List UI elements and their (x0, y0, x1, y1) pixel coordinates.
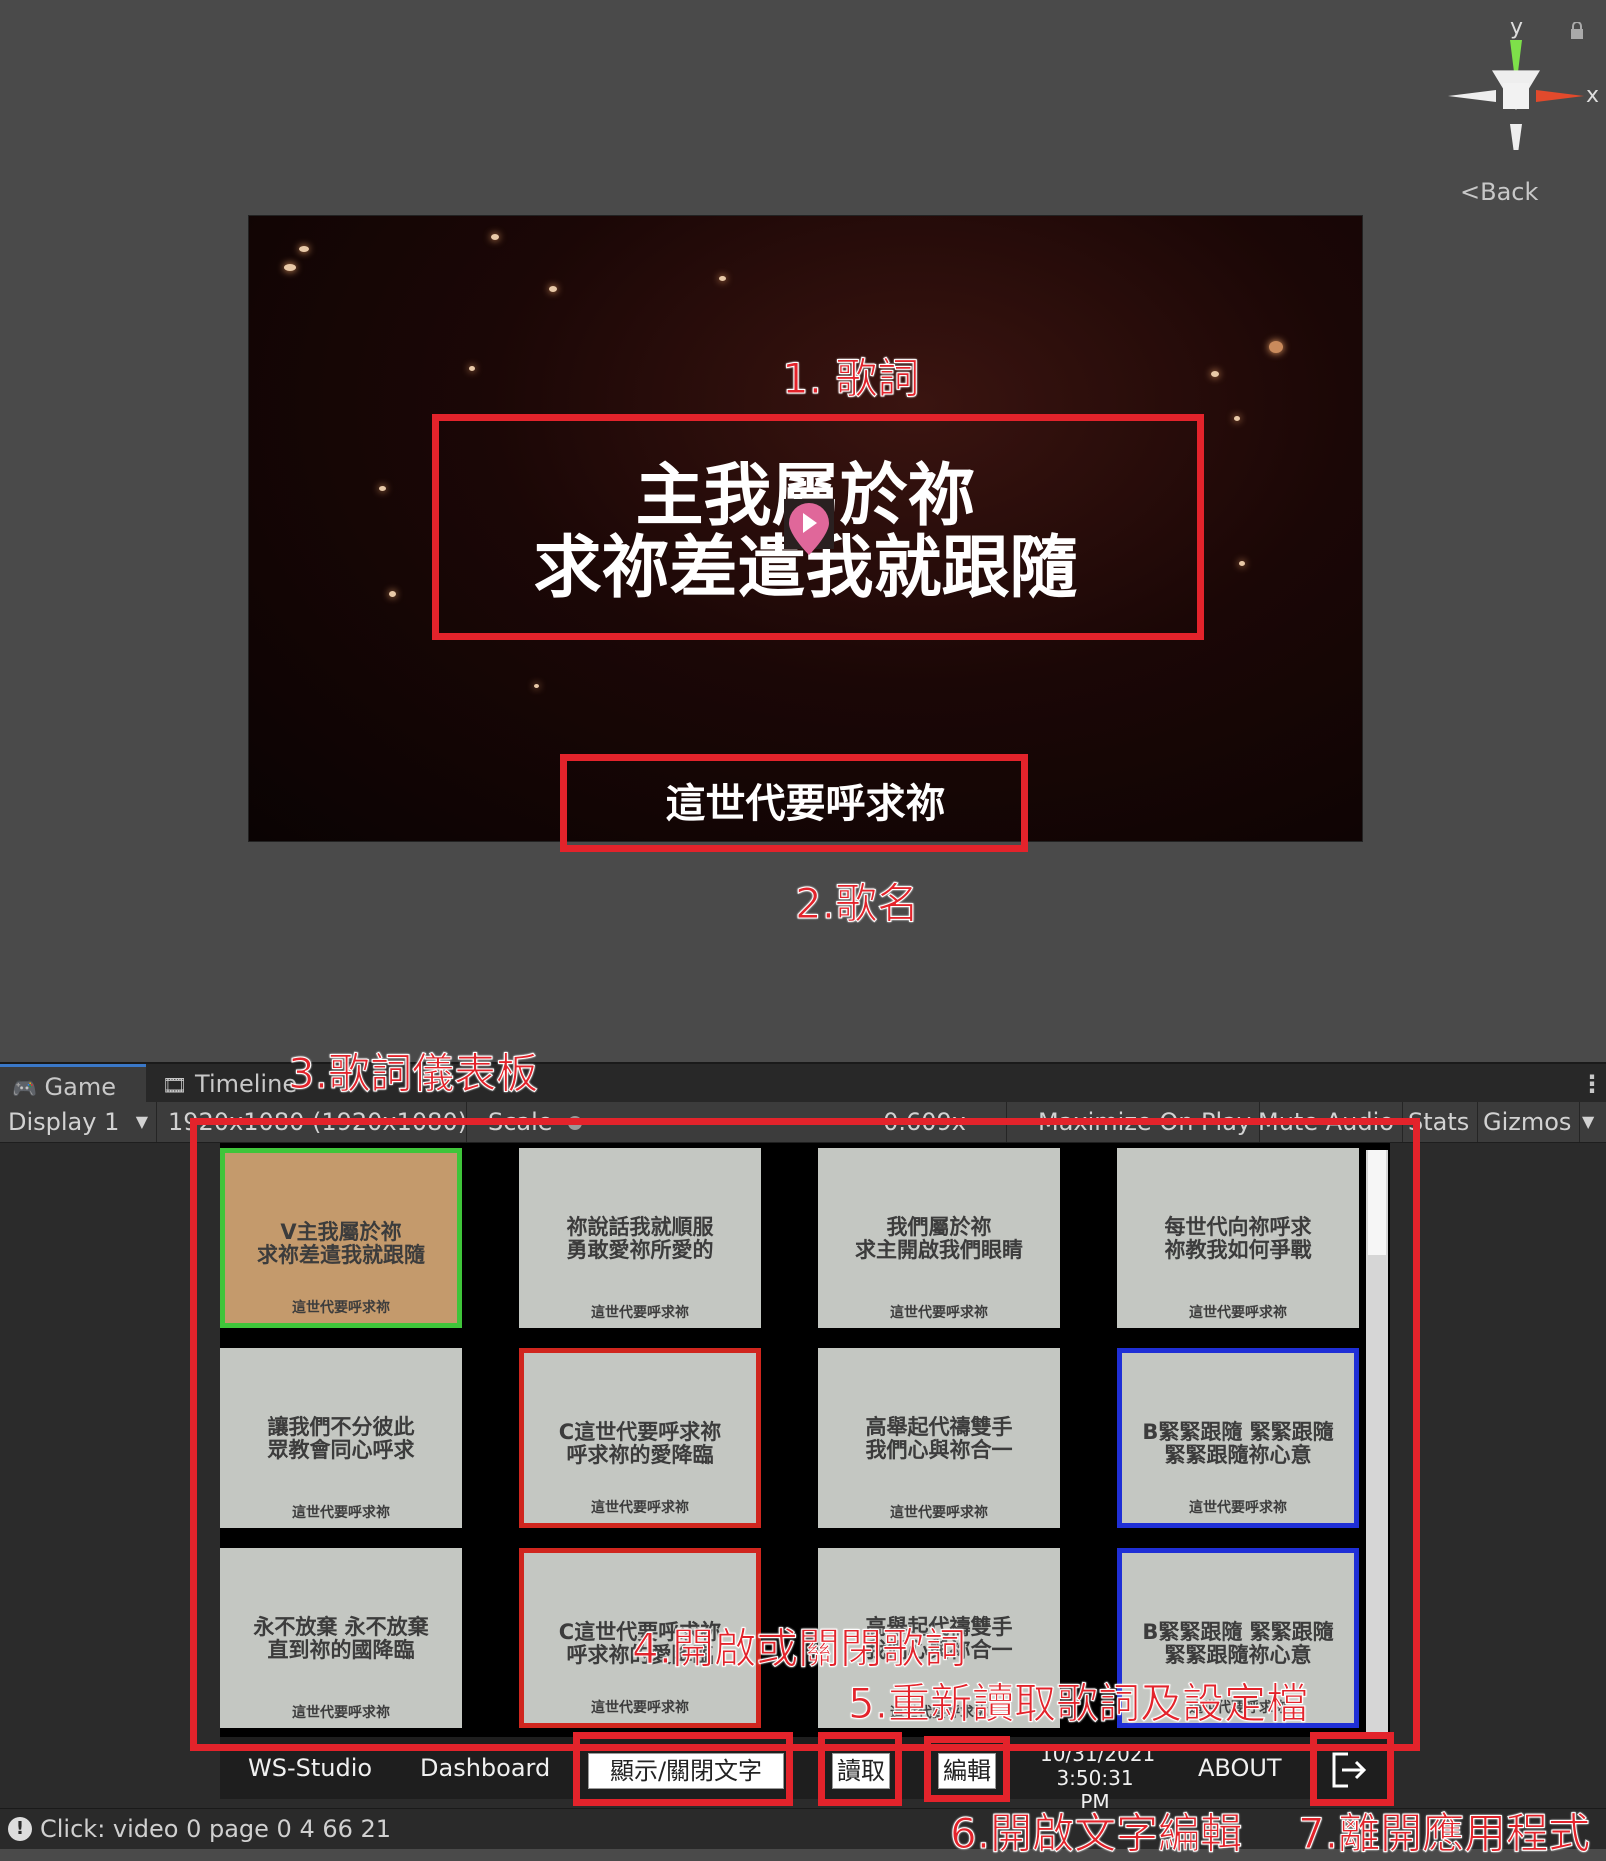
gamepad-icon: 🎮 (12, 1076, 37, 1100)
edit-highlight (924, 1736, 1010, 1802)
annotation-toggle-lyrics: 4.開啟或關閉歌詞 (631, 1624, 967, 1674)
editor-tab-bar: 🎮 Game 🎞 Timeline ⋮ (0, 1062, 1606, 1107)
more-menu-icon[interactable]: ⋮ (1568, 1064, 1606, 1104)
tab-game[interactable]: 🎮 Game (0, 1064, 146, 1107)
scene-gizmo[interactable]: y x <Back (1440, 10, 1600, 206)
gizmo-x-label: x (1586, 83, 1599, 108)
film-icon: 🎞 (162, 1073, 188, 1097)
gizmo-y-label: y (1510, 15, 1523, 40)
back-chevron-icon: < (1460, 178, 1481, 206)
annotation-lyrics: 1. 歌詞 (781, 354, 920, 404)
info-icon: ! (8, 1817, 32, 1841)
back-button[interactable]: <Back (1460, 178, 1538, 206)
annotation-song-name: 2.歌名 (794, 879, 920, 929)
toggle-text-highlight (573, 1732, 793, 1806)
annotation-dashboard: 3.歌詞儀表板 (287, 1049, 539, 1099)
lyrics-highlight (432, 414, 1204, 640)
annotation-reload: 5.重新讀取歌詞及設定檔 (847, 1679, 1309, 1729)
display-dropdown[interactable]: Display 1 ▼ (0, 1102, 157, 1142)
dropdown-arrow-icon: ▼ (135, 1112, 148, 1131)
gizmos-toggle[interactable]: Gizmos (1475, 1102, 1581, 1142)
exit-highlight (1310, 1732, 1394, 1806)
gizmos-dropdown-arrow-icon[interactable]: ▼ (1574, 1102, 1602, 1142)
annotation-text-edit: 6.開啟文字編輯 (949, 1809, 1243, 1859)
lock-icon[interactable] (1570, 21, 1584, 39)
song-name-highlight (560, 754, 1028, 852)
reload-highlight (818, 1732, 902, 1806)
annotation-exit-app: 7.離開應用程式 (1297, 1809, 1591, 1859)
status-message: Click: video 0 page 0 4 66 21 (40, 1815, 392, 1843)
tab-timeline[interactable]: 🎞 Timeline (150, 1064, 309, 1104)
